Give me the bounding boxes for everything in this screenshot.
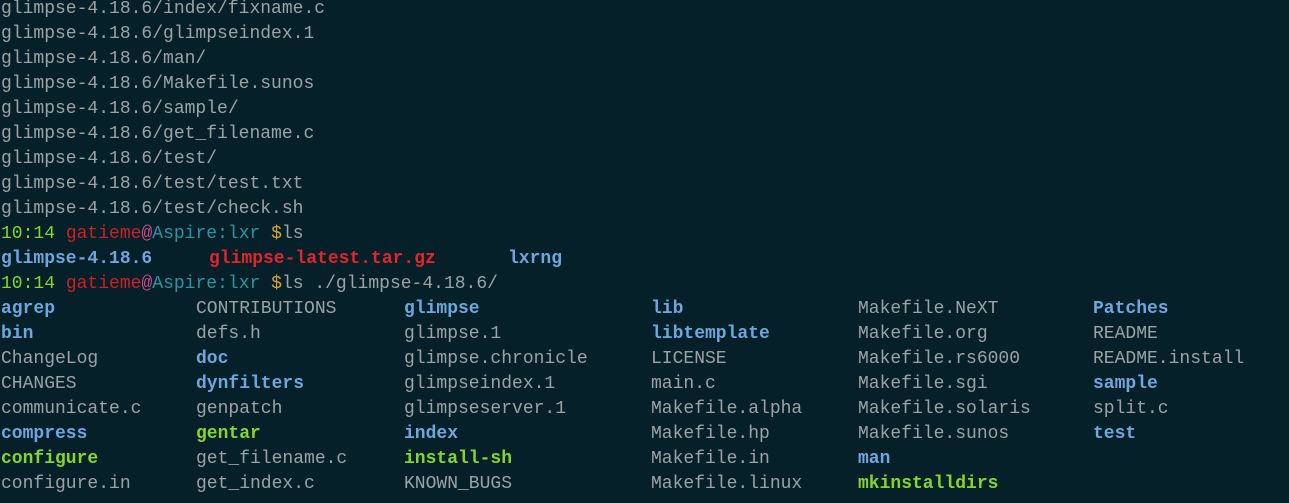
listing-entry: Makefile.sunos — [858, 424, 1010, 444]
prompt-at: @ — [141, 224, 153, 244]
listing-entry: Makefile.linux — [651, 474, 803, 494]
listing-entry: split.c — [1093, 399, 1169, 419]
prompt-command: ls — [281, 224, 304, 244]
listing-entry: Makefile.rs6000 — [858, 349, 1021, 369]
listing-entry: glimpse.chronicle — [404, 349, 588, 369]
listing-entry: index — [404, 424, 459, 444]
listing-entry: man — [858, 449, 891, 469]
prompt-host: Aspire — [152, 274, 218, 294]
output-line: glimpse-4.18.6/index/fixname.c — [1, 0, 326, 19]
listing-entry: test — [1093, 424, 1137, 444]
listing-entry: lib — [651, 299, 684, 319]
listing-entry: libtemplate — [651, 324, 770, 344]
listing-entry: Makefile.sgi — [858, 374, 988, 394]
listing-entry: sample — [1093, 374, 1158, 394]
listing-entry: CONTRIBUTIONS — [196, 299, 337, 319]
prompt-line: 10:14 gatieme@Aspire:lxr $ls — [1, 222, 304, 247]
prompt-path: lxr — [227, 224, 261, 244]
prompt-user: gatieme — [65, 274, 142, 294]
listing-entry: Makefile.NeXT — [858, 299, 999, 319]
output-line: glimpse-4.18.6/sample/ — [1, 99, 239, 119]
listing-entry: glimpse — [404, 299, 480, 319]
listing-entry: Patches — [1093, 299, 1169, 319]
output-line: glimpse-4.18.6/test/test.txt — [1, 174, 304, 194]
prompt-path: lxr — [227, 274, 261, 294]
listing-entry: compress — [1, 424, 88, 444]
listing-entry: README — [1093, 324, 1158, 344]
output-line: glimpse-4.18.6/man/ — [1, 49, 207, 69]
output-line: glimpse-4.18.6/glimpseindex.1 — [1, 24, 315, 44]
listing-entry: communicate.c — [1, 399, 142, 419]
listing-entry: glimpseindex.1 — [404, 374, 556, 394]
listing-entry: Makefile.hp — [651, 424, 770, 444]
listing-entry: install-sh — [404, 449, 513, 469]
listing-entry: Makefile.alpha — [651, 399, 803, 419]
listing-entry: genpatch — [196, 399, 283, 419]
listing-entry: glimpseserver.1 — [404, 399, 567, 419]
listing-entry: mkinstalldirs — [858, 474, 999, 494]
listing-entry: doc — [196, 349, 229, 369]
prompt-separator: : — [217, 224, 228, 244]
prompt-time: 10:14 — [1, 274, 56, 294]
listing-entry: get_filename.c — [196, 449, 348, 469]
prompt-at: @ — [141, 274, 153, 294]
listing-entry: KNOWN_BUGS — [404, 474, 513, 494]
listing-entry: glimpse.1 — [404, 324, 502, 344]
listing-entry: main.c — [651, 374, 716, 394]
listing-entry: get_index.c — [196, 474, 315, 494]
listing-entry: LICENSE — [651, 349, 727, 369]
listing-entry: Makefile.solaris — [858, 399, 1031, 419]
listing-entry: README.install — [1093, 349, 1245, 369]
listing-entry: Makefile.in — [651, 449, 770, 469]
prompt-host: Aspire — [152, 224, 218, 244]
output-line: glimpse-4.18.6/get_filename.c — [1, 124, 315, 144]
prompt-dollar: $ — [271, 274, 282, 294]
terminal-window[interactable]: glimpse-4.18.6/index/fixname.c glimpse-4… — [0, 0, 1289, 503]
listing-entry: Makefile.org — [858, 324, 988, 344]
output-line: glimpse-4.18.6/Makefile.sunos — [1, 74, 315, 94]
ls-entry: glimpse-latest.tar.gz — [209, 249, 436, 269]
listing-entry: CHANGES — [1, 374, 77, 394]
prompt-user: gatieme — [65, 224, 142, 244]
prompt-separator: : — [217, 274, 228, 294]
listing-entry: ChangeLog — [1, 349, 99, 369]
output-line: glimpse-4.18.6/test/check.sh — [1, 199, 304, 219]
listing-entry: bin — [1, 324, 34, 344]
output-line: glimpse-4.18.6/test/ — [1, 149, 218, 169]
prompt-time: 10:14 — [1, 224, 56, 244]
ls-entry: lxrng — [508, 249, 563, 269]
ls-entry: glimpse-4.18.6 — [1, 249, 153, 269]
prompt-dollar: $ — [271, 224, 282, 244]
listing-entry: defs.h — [196, 324, 261, 344]
listing-entry: dynfilters — [196, 374, 305, 394]
prompt-command: ls ./glimpse-4.18.6/ — [281, 274, 498, 294]
listing-entry: agrep — [1, 299, 56, 319]
listing-entry: configure.in — [1, 474, 131, 494]
listing-entry: gentar — [196, 424, 261, 444]
listing-entry: configure — [1, 449, 99, 469]
prompt-line: 10:14 gatieme@Aspire:lxr $ls ./glimpse-4… — [1, 272, 498, 297]
